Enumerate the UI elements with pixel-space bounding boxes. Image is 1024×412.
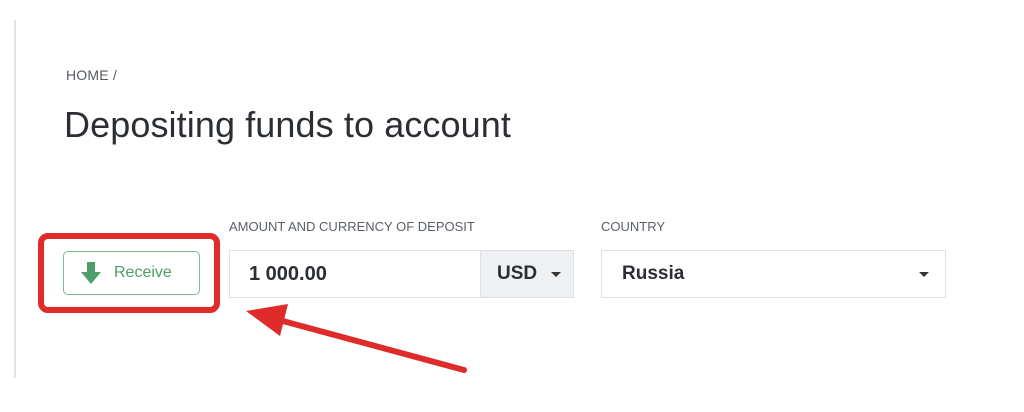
country-select[interactable]: Russia (601, 250, 946, 298)
breadcrumb[interactable]: HOME / (66, 67, 117, 83)
arrow-down-icon (80, 261, 102, 285)
country-selected-value: Russia (622, 263, 685, 284)
annotation-arrow-icon (246, 304, 467, 373)
receive-button[interactable]: Receive (63, 251, 200, 295)
left-divider (14, 20, 16, 378)
page-title: Depositing funds to account (64, 104, 511, 145)
chevron-down-icon (551, 271, 562, 277)
country-label: COUNTRY (601, 219, 666, 234)
currency-select[interactable]: USD (480, 250, 574, 298)
amount-input[interactable] (229, 250, 480, 298)
currency-selected-value: USD (497, 263, 538, 284)
chevron-down-icon (919, 272, 929, 277)
amount-currency-label: AMOUNT AND CURRENCY OF DEPOSIT (229, 219, 475, 234)
receive-button-label: Receive (114, 264, 172, 281)
